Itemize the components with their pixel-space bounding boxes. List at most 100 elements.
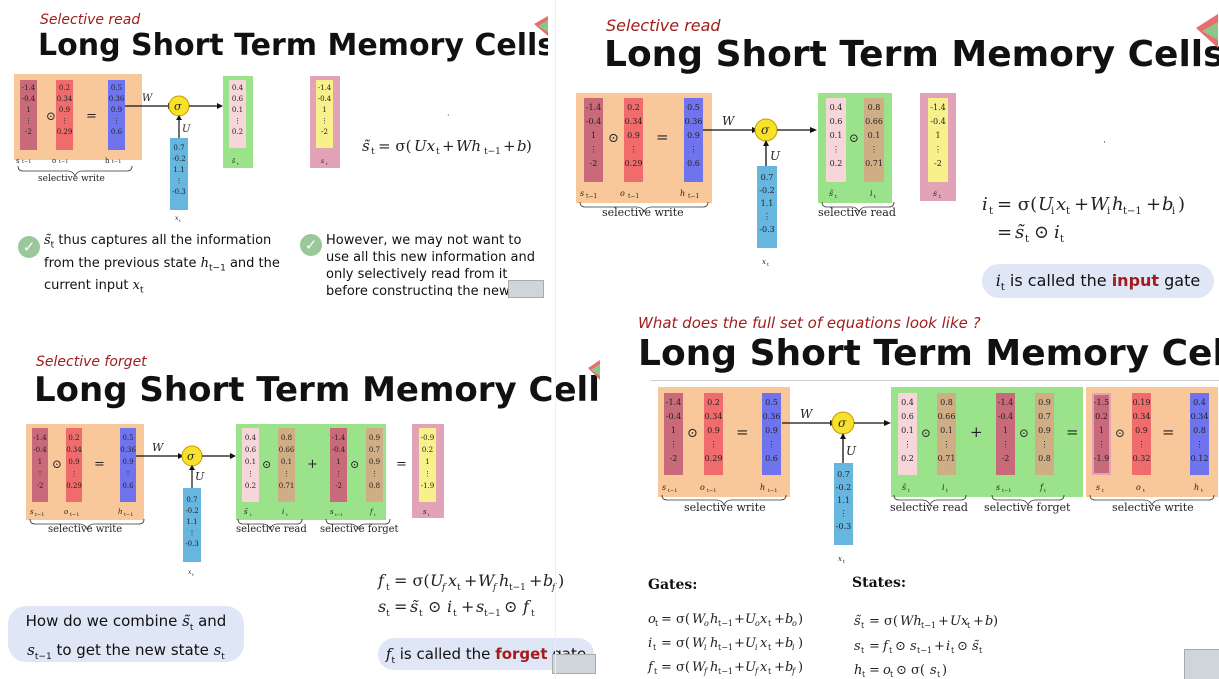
vector-entry: 0.5 <box>111 84 122 92</box>
vector-entry: 0.4 <box>245 434 257 442</box>
svg-text:⊙: ⊙ <box>1019 426 1029 440</box>
vector-entry: 0.9 <box>687 131 700 140</box>
svg-text:i: i <box>704 643 707 652</box>
vector-entry: 0.71 <box>279 482 295 490</box>
svg-text:f: f <box>492 583 498 593</box>
svg-text:t: t <box>967 621 971 630</box>
svg-text:t: t <box>767 262 769 268</box>
svg-text:h: h <box>760 483 765 492</box>
vector-entry: 0.9 <box>1135 426 1148 435</box>
vector-entry: 0.7 <box>837 470 850 479</box>
svg-text:t−1: t−1 <box>335 512 343 517</box>
panel-subtitle: Selective read <box>40 12 141 28</box>
svg-text:x: x <box>760 636 768 651</box>
svg-text:t−1: t−1 <box>718 667 733 676</box>
video-thumbnail[interactable] <box>508 280 544 298</box>
vector-entry: 0.6 <box>830 117 843 126</box>
vector-entry: 1 <box>26 106 30 114</box>
svg-text:=: = <box>736 423 749 441</box>
panel-subtitle: What does the full set of equations look… <box>638 314 981 332</box>
vector-entry: -1.9 <box>421 482 435 490</box>
vector-entry: ⋮ <box>630 145 638 154</box>
svg-text:x: x <box>1056 194 1066 215</box>
vector-entry: 0.4 <box>830 103 843 112</box>
panel-title: Long Short Term Memory Cells <box>638 333 1219 374</box>
svg-text:+: + <box>734 636 745 651</box>
svg-text:): ) <box>558 571 564 590</box>
vector-entry: 0.1 <box>940 426 953 435</box>
vector-entry: -2 <box>321 128 328 136</box>
vector-entry: ⋮ <box>1098 440 1106 449</box>
svg-text:s̃: s̃ <box>1015 222 1025 243</box>
svg-text:o: o <box>64 508 68 516</box>
panel-subtitle: Selective read <box>606 16 721 35</box>
vector-entry: 0.9 <box>765 426 778 435</box>
svg-text:σ: σ <box>174 100 182 113</box>
selective-write-label: selective write <box>38 174 105 184</box>
svg-text:x: x <box>762 258 766 266</box>
svg-text:i: i <box>1107 206 1110 217</box>
svg-text:=: = <box>394 597 407 616</box>
svg-text:+: + <box>774 636 785 651</box>
vector-entry: ⋮ <box>870 145 878 154</box>
svg-text:h: h <box>499 571 509 590</box>
selective-read-label: selective read <box>890 501 968 514</box>
vector-entry: ⋮ <box>670 440 678 449</box>
vector-entry: 0.2 <box>627 103 640 112</box>
vector-entry: 0.4 <box>901 398 914 407</box>
svg-text:t: t <box>436 147 440 157</box>
corner-decoration-icon <box>1196 14 1218 48</box>
vector-entry: -1.4 <box>586 103 601 112</box>
video-thumbnail[interactable] <box>552 654 596 674</box>
vector-entry: ⋮ <box>590 145 598 154</box>
svg-text:+: + <box>970 423 983 441</box>
vector-entry: -0.4 <box>998 412 1013 421</box>
svg-text:t−1: t−1 <box>1002 488 1011 494</box>
vector-entry: -0.3 <box>836 522 851 531</box>
svg-text:⊙: ⊙ <box>957 639 968 654</box>
svg-text:= σ(: = σ( <box>661 660 690 675</box>
svg-text:= σ(: = σ( <box>869 614 898 629</box>
svg-text:s: s <box>933 189 937 198</box>
svg-text:): ) <box>526 137 532 155</box>
svg-text:t: t <box>1201 488 1203 494</box>
svg-text:s: s <box>1096 483 1100 492</box>
vector-entry: 0.9 <box>122 458 133 466</box>
svg-text:t: t <box>1044 488 1046 494</box>
vector-entry: -1.4 <box>22 84 36 92</box>
svg-text:Wh: Wh <box>456 137 481 155</box>
svg-text:t−1: t−1 <box>124 512 133 518</box>
svg-text:i: i <box>1054 222 1060 243</box>
selective-write-label: selective write <box>684 501 766 514</box>
vector-entry: ⋮ <box>25 117 32 125</box>
svg-text:t: t <box>979 646 983 655</box>
vector-entry: -1.4 <box>666 398 681 407</box>
svg-text:⊙ σ(: ⊙ σ( <box>896 663 925 678</box>
video-thumbnail[interactable] <box>1184 649 1219 679</box>
svg-text:=: = <box>86 109 97 124</box>
svg-text:t−1: t−1 <box>1123 206 1142 217</box>
svg-text:i: i <box>982 194 988 215</box>
vector-entry: ⋮ <box>176 177 183 185</box>
check-icon: ✓ <box>18 236 40 258</box>
svg-text:t: t <box>939 194 941 200</box>
svg-text:o: o <box>620 189 625 198</box>
svg-text:f: f <box>441 583 447 593</box>
vector-entry: 1 <box>935 131 940 140</box>
svg-text:⊙: ⊙ <box>52 457 62 471</box>
vector-entry: ⋮ <box>1002 440 1010 449</box>
svg-text:t: t <box>1060 234 1064 245</box>
svg-text:t: t <box>861 621 865 630</box>
svg-text:t−1: t−1 <box>509 583 526 593</box>
svg-text:t−1: t−1 <box>688 193 699 200</box>
svg-text:+: + <box>774 612 785 627</box>
svg-text:h: h <box>118 508 123 516</box>
panel-title: Long Short Term Memory Cells <box>604 34 1219 75</box>
gate-equations: ot = σ( Wo h t−1 + Uo xt + bo ) it = σ( W… <box>647 612 803 676</box>
vector-entry: 0.1 <box>232 106 243 114</box>
svg-text:): ) <box>798 636 803 651</box>
svg-text:s: s <box>30 508 34 516</box>
svg-text:s: s <box>930 663 937 678</box>
selective-read-label: selective read <box>818 206 896 219</box>
svg-text:s: s <box>580 189 584 198</box>
